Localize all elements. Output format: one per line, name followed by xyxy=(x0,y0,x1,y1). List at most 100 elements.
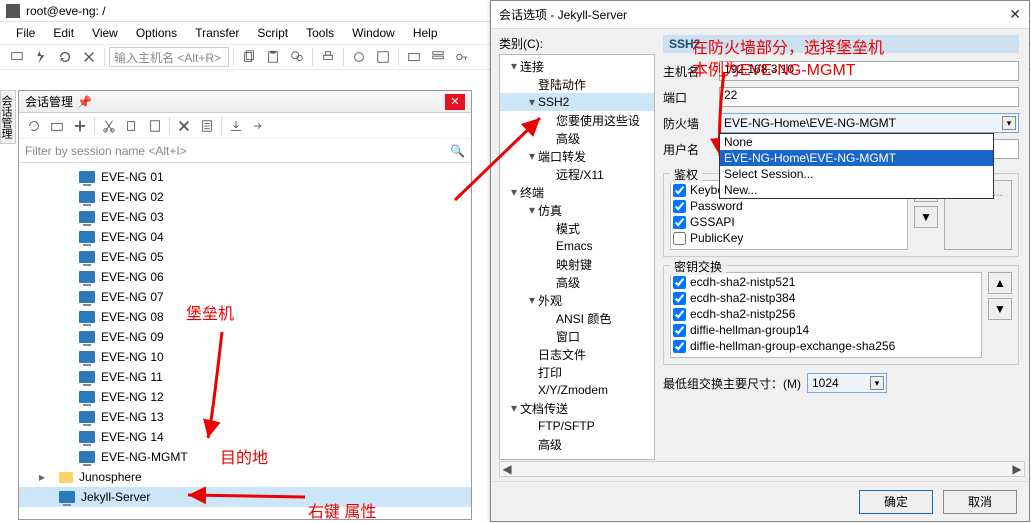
dropdown-icon[interactable]: ▾ xyxy=(1002,116,1016,130)
min-group-select[interactable]: 1024▾ xyxy=(807,373,887,393)
menu-file[interactable]: File xyxy=(8,24,43,42)
paste-icon[interactable] xyxy=(262,46,284,68)
category-item[interactable]: 窗口 xyxy=(500,327,654,345)
key-icon[interactable] xyxy=(451,46,473,68)
category-item[interactable]: ▾端口转发 xyxy=(500,147,654,165)
session-item[interactable]: EVE-NG 13 xyxy=(19,407,471,427)
firewall-dropdown[interactable]: None EVE-NG-Home\EVE-NG-MGMT Select Sess… xyxy=(719,133,994,199)
sessionopt-icon[interactable] xyxy=(372,46,394,68)
quick-connect-icon[interactable] xyxy=(30,46,52,68)
stack-icon[interactable] xyxy=(427,46,449,68)
twisty-icon[interactable]: ▾ xyxy=(508,401,520,415)
menu-tools[interactable]: Tools xyxy=(298,24,342,42)
sp-cut-icon[interactable] xyxy=(98,115,120,137)
menu-edit[interactable]: Edit xyxy=(45,24,82,42)
auth-pk[interactable]: PublicKey xyxy=(673,231,905,245)
menu-window[interactable]: Window xyxy=(344,24,403,42)
session-filter[interactable]: Filter by session name <Alt+I> 🔍 xyxy=(19,139,471,163)
sp-delete-icon[interactable] xyxy=(173,115,195,137)
hex-icon[interactable] xyxy=(403,46,425,68)
port-input[interactable]: 22 xyxy=(719,87,1019,107)
dropdown-icon[interactable]: ▾ xyxy=(870,376,884,390)
category-item[interactable]: FTP/SFTP xyxy=(500,417,654,435)
sp-export-icon[interactable] xyxy=(248,115,270,137)
dialog-close-icon[interactable]: ✕ xyxy=(1009,6,1021,23)
category-tree[interactable]: ▾连接登陆动作▾SSH2您要使用这些设高级▾端口转发远程/X11▾终端▾仿真模式… xyxy=(499,54,655,460)
fw-option-select[interactable]: Select Session... xyxy=(720,166,993,182)
session-item[interactable]: EVE-NG 14 xyxy=(19,427,471,447)
fw-option-mgmt[interactable]: EVE-NG-Home\EVE-NG-MGMT xyxy=(720,150,993,166)
category-item[interactable]: 高级 xyxy=(500,273,654,291)
session-item[interactable]: EVE-NG 02 xyxy=(19,187,471,207)
auth-pwd[interactable]: Password xyxy=(673,199,905,213)
category-item[interactable]: 您要使用这些设 xyxy=(500,111,654,129)
kex-up-icon[interactable]: ▲ xyxy=(988,272,1012,294)
menu-transfer[interactable]: Transfer xyxy=(187,24,247,42)
session-item[interactable]: EVE-NG 10 xyxy=(19,347,471,367)
session-item[interactable]: EVE-NG 05 xyxy=(19,247,471,267)
twisty-icon[interactable]: ▾ xyxy=(526,149,538,163)
scroll-right-icon[interactable]: ▶ xyxy=(1010,462,1024,476)
sp-connect-icon[interactable] xyxy=(23,115,45,137)
host-input[interactable]: 输入主机名 <Alt+R> xyxy=(109,47,229,67)
expand-icon[interactable]: ▸ xyxy=(39,470,51,484)
category-item[interactable]: 映射键 xyxy=(500,255,654,273)
firewall-select[interactable]: EVE-NG-Home\EVE-NG-MGMT▾ xyxy=(719,113,1019,133)
twisty-icon[interactable]: ▾ xyxy=(508,59,520,73)
category-item[interactable]: ▾连接 xyxy=(500,57,654,75)
fw-option-none[interactable]: None xyxy=(720,134,993,150)
category-item[interactable]: Emacs xyxy=(500,237,654,255)
session-item[interactable]: EVE-NG 08 xyxy=(19,307,471,327)
kex-item[interactable]: ecdh-sha2-nistp521 xyxy=(673,275,979,289)
category-item[interactable]: ▾仿真 xyxy=(500,201,654,219)
reconnect-icon[interactable] xyxy=(54,46,76,68)
find-icon[interactable] xyxy=(286,46,308,68)
twisty-icon[interactable]: ▾ xyxy=(508,185,520,199)
category-item[interactable]: 登陆动作 xyxy=(500,75,654,93)
category-item[interactable]: 远程/X11 xyxy=(500,165,654,183)
menu-view[interactable]: View xyxy=(84,24,126,42)
pin-icon[interactable]: 📌 xyxy=(77,95,92,109)
twisty-icon[interactable]: ▾ xyxy=(526,293,538,307)
category-item[interactable]: 高级 xyxy=(500,129,654,147)
connect-icon[interactable] xyxy=(6,46,28,68)
session-folder[interactable]: ▸Junosphere xyxy=(19,467,471,487)
session-item[interactable]: EVE-NG 01 xyxy=(19,167,471,187)
session-item-selected[interactable]: Jekyll-Server xyxy=(19,487,471,507)
category-item[interactable]: ▾外观 xyxy=(500,291,654,309)
twisty-icon[interactable]: ▾ xyxy=(526,95,538,109)
session-item[interactable]: EVE-NG 06 xyxy=(19,267,471,287)
category-item[interactable]: 高级 xyxy=(500,435,654,453)
kex-item[interactable]: ecdh-sha2-nistp384 xyxy=(673,291,979,305)
session-tree[interactable]: EVE-NG 01EVE-NG 02EVE-NG 03EVE-NG 04EVE-… xyxy=(19,165,471,519)
fw-option-new[interactable]: New... xyxy=(720,182,993,198)
sp-import-icon[interactable] xyxy=(225,115,247,137)
kex-item[interactable]: diffie-hellman-group14 xyxy=(673,323,979,337)
menu-help[interactable]: Help xyxy=(405,24,446,42)
hostname-input[interactable]: 192.168.3.10 xyxy=(719,61,1019,81)
print-icon[interactable] xyxy=(317,46,339,68)
category-item[interactable]: ▾SSH2 xyxy=(500,93,654,111)
session-item[interactable]: EVE-NG 03 xyxy=(19,207,471,227)
sp-paste-icon[interactable] xyxy=(144,115,166,137)
session-item[interactable]: EVE-NG-MGMT xyxy=(19,447,471,467)
category-scrollbar[interactable]: ◀ ▶ xyxy=(499,461,1025,477)
auth-gss[interactable]: GSSAPI xyxy=(673,215,905,229)
session-item[interactable]: EVE-NG 04 xyxy=(19,227,471,247)
sp-new-icon[interactable] xyxy=(69,115,91,137)
session-item[interactable]: EVE-NG 11 xyxy=(19,367,471,387)
category-item[interactable]: ▾终端 xyxy=(500,183,654,201)
menu-script[interactable]: Script xyxy=(249,24,296,42)
auth-down-icon[interactable]: ▼ xyxy=(914,206,938,228)
category-item[interactable]: X/Y/Zmodem xyxy=(500,381,654,399)
kex-item[interactable]: diffie-hellman-group-exchange-sha256 xyxy=(673,339,979,353)
session-item[interactable]: EVE-NG 12 xyxy=(19,387,471,407)
sp-copy-icon[interactable] xyxy=(121,115,143,137)
menu-options[interactable]: Options xyxy=(128,24,185,42)
category-item[interactable]: 打印 xyxy=(500,363,654,381)
disconnect-icon[interactable] xyxy=(78,46,100,68)
cancel-button[interactable]: 取消 xyxy=(943,490,1017,514)
twisty-icon[interactable]: ▾ xyxy=(526,203,538,217)
session-item[interactable]: EVE-NG 09 xyxy=(19,327,471,347)
copy-icon[interactable] xyxy=(238,46,260,68)
